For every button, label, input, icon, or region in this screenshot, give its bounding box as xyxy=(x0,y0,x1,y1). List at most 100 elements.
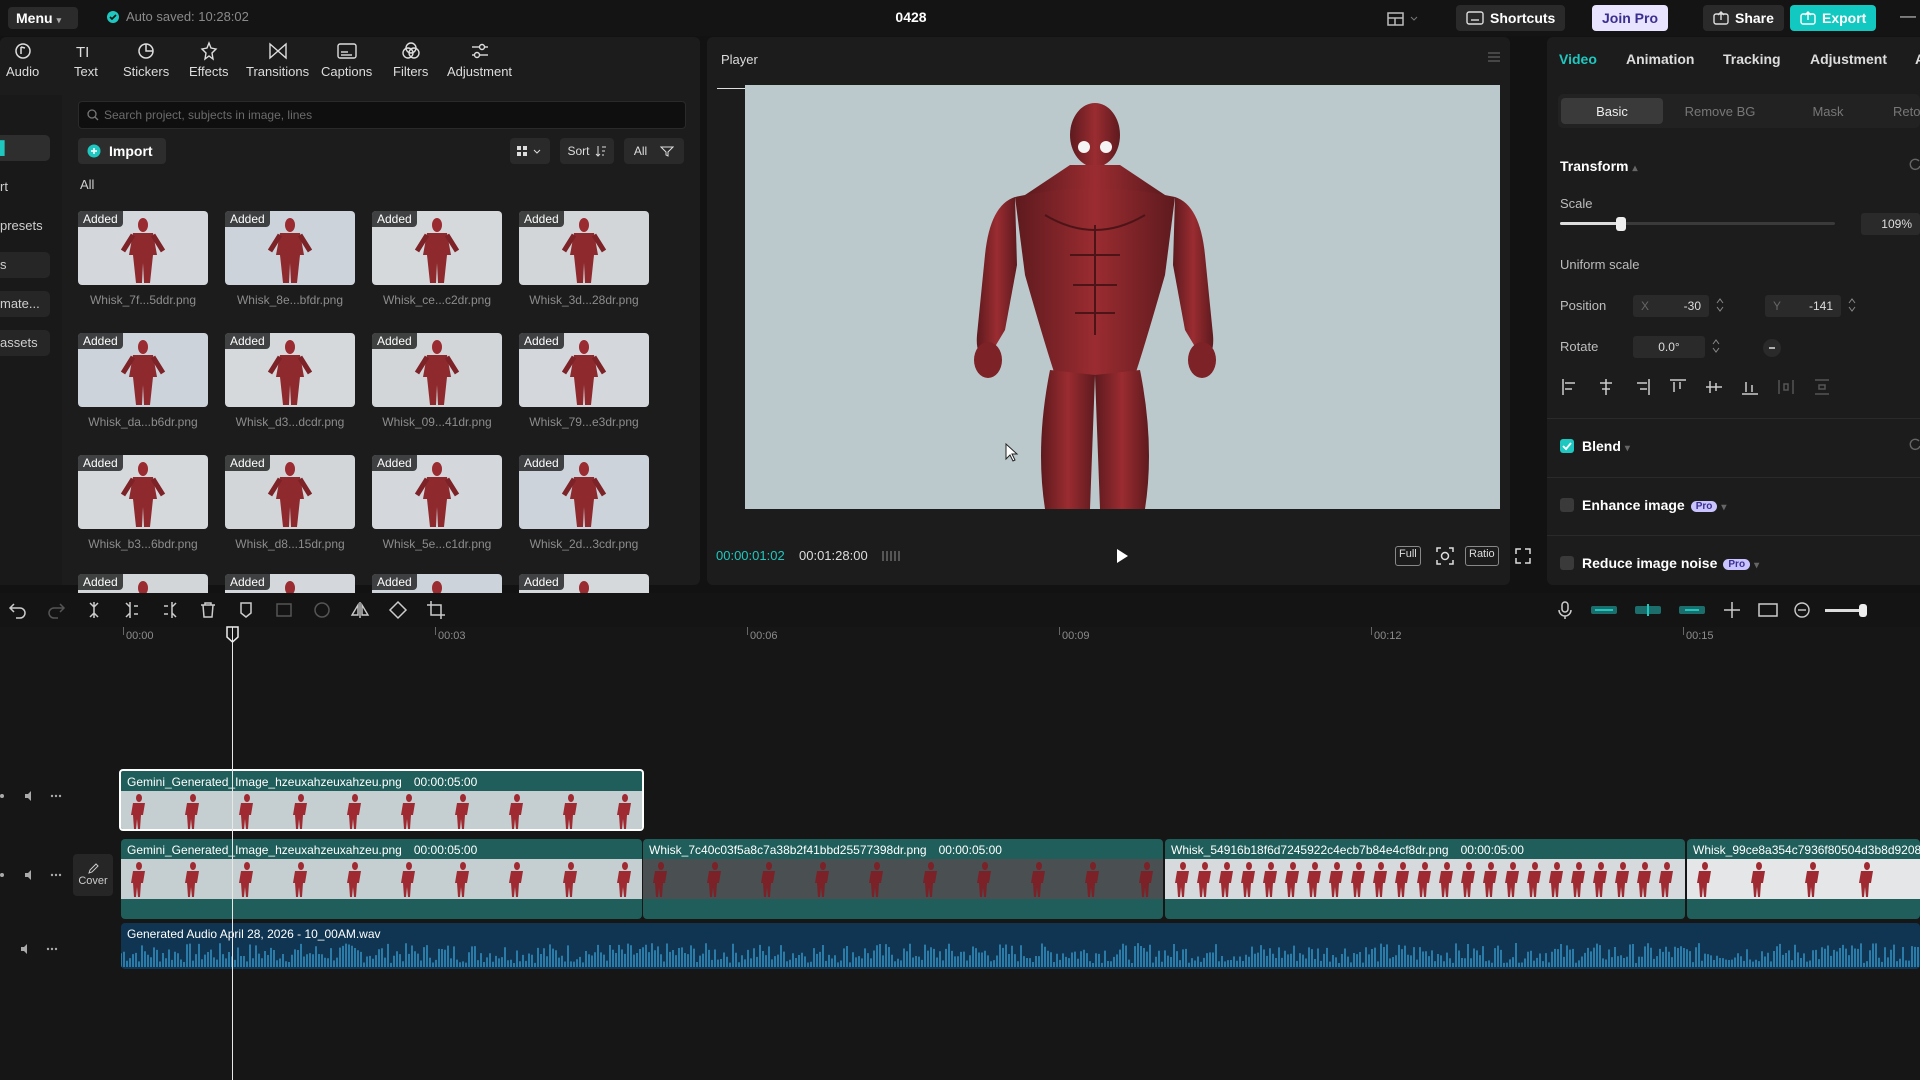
shortcuts-button[interactable]: Shortcuts xyxy=(1456,5,1566,31)
sort-button[interactable]: Sort xyxy=(560,138,614,164)
media-item[interactable]: Added Whisk_5e...c1dr.png xyxy=(372,455,502,555)
main-clip[interactable]: Whisk_54916b18f6d7245922c4ecb7b84e4cf8dr… xyxy=(1165,839,1685,919)
volume-icon[interactable] xyxy=(24,869,36,881)
media-item[interactable]: Added Whisk_7f...5ddr.png xyxy=(78,211,208,311)
align-center-v-icon[interactable] xyxy=(1704,377,1722,397)
reduce-noise-checkbox[interactable] xyxy=(1560,556,1574,570)
undo-icon[interactable] xyxy=(8,600,28,620)
tab-tracking[interactable]: Tracking xyxy=(1723,51,1781,67)
volume-icon[interactable] xyxy=(20,943,32,955)
position-x-field[interactable]: X -30 xyxy=(1633,295,1709,317)
overlay-clip-selected[interactable]: Gemini_Generated_Image_hzeuxahzeuxahzeu.… xyxy=(119,769,644,831)
tab-stickers[interactable]: Stickers xyxy=(123,41,169,79)
position-y-field[interactable]: Y -141 xyxy=(1765,295,1841,317)
fullscreen-icon[interactable] xyxy=(1515,548,1531,564)
enhance-image-checkbox[interactable] xyxy=(1560,498,1574,512)
microphone-icon[interactable] xyxy=(1555,600,1575,620)
ratio-button[interactable]: Ratio xyxy=(1465,546,1499,566)
layout-toggle[interactable] xyxy=(1385,9,1425,29)
more-icon[interactable] xyxy=(50,869,62,881)
menu-button[interactable]: Menu ▾ xyxy=(8,7,78,29)
zoom-slider[interactable] xyxy=(1825,603,1867,617)
delete-icon[interactable] xyxy=(198,600,218,620)
timeline[interactable]: 00:00 00:03 00:06 00:09 00:12 00:15 Cover Gem… xyxy=(0,626,1920,1080)
align-center-h-icon[interactable] xyxy=(1596,377,1614,397)
time-ruler[interactable]: 00:00 00:03 00:06 00:09 00:12 00:15 xyxy=(120,627,1920,649)
media-item[interactable]: Added Whisk_79...e3dr.png xyxy=(519,333,649,433)
reduce-noise-title[interactable]: Reduce image noise Pro ▾ xyxy=(1582,555,1759,571)
category-item[interactable]: mate... xyxy=(0,291,50,317)
caption-track-icon[interactable] xyxy=(1757,600,1779,620)
mirror-icon[interactable] xyxy=(350,600,370,620)
export-button[interactable]: Export xyxy=(1790,5,1877,31)
preview-axis-icon[interactable] xyxy=(1721,600,1743,620)
minimize-icon[interactable]: — xyxy=(1900,8,1916,26)
view-toggle[interactable] xyxy=(510,138,550,164)
media-item[interactable]: Added Whisk_09...41dr.png xyxy=(372,333,502,433)
tab-more[interactable]: A xyxy=(1915,51,1920,67)
media-item[interactable]: Added Whisk_b3...6bdr.png xyxy=(78,455,208,555)
playhead-handle[interactable] xyxy=(226,626,239,643)
tab-filters[interactable]: Filters xyxy=(393,41,428,79)
tab-adjustment[interactable]: Adjustment xyxy=(1810,51,1887,67)
split-icon[interactable] xyxy=(84,600,104,620)
main-clip[interactable]: Gemini_Generated_Image_hzeuxahzeuxahzeu.… xyxy=(121,839,642,919)
video-canvas[interactable] xyxy=(745,85,1500,509)
auto-snap-icon[interactable] xyxy=(1633,600,1663,620)
playhead[interactable] xyxy=(232,627,233,1080)
tab-adjustment[interactable]: Adjustment xyxy=(447,41,512,79)
rotate-dial-icon[interactable] xyxy=(1762,338,1782,358)
media-item[interactable]: Added Whisk_da...b6dr.png xyxy=(78,333,208,433)
scale-slider-track[interactable] xyxy=(1560,222,1835,225)
eye-icon[interactable] xyxy=(0,790,10,802)
subtab-remove-bg[interactable]: Remove BG xyxy=(1669,98,1771,124)
eye-icon[interactable] xyxy=(0,869,10,881)
main-clip[interactable]: Whisk_99ce8a354c7936f80504d3b8d9208 xyxy=(1687,839,1920,919)
tab-video[interactable]: Video xyxy=(1559,51,1597,67)
zoom-out-icon[interactable] xyxy=(1793,601,1811,619)
scale-slider-handle[interactable] xyxy=(1615,217,1626,231)
media-item[interactable]: Added Whisk_3d...28dr.png xyxy=(519,211,649,311)
project-title[interactable]: 0428 xyxy=(880,9,942,25)
rotate-value-field[interactable]: 0.0° xyxy=(1633,336,1705,358)
share-button[interactable]: Share xyxy=(1703,5,1784,31)
category-item-assets[interactable]: assets xyxy=(0,330,50,356)
rotate-icon[interactable] xyxy=(388,600,408,620)
linkage-icon[interactable] xyxy=(1677,600,1707,620)
position-y-stepper-icon[interactable] xyxy=(1847,296,1857,314)
more-icon[interactable] xyxy=(46,943,58,955)
blend-reset-icon[interactable] xyxy=(1909,437,1920,451)
align-bottom-icon[interactable] xyxy=(1740,377,1758,397)
tab-animation[interactable]: Animation xyxy=(1626,51,1694,67)
cover-button[interactable]: Cover xyxy=(73,854,113,896)
media-item[interactable]: Added Whisk_8e...bfdr.png xyxy=(225,211,355,311)
enhance-image-title[interactable]: Enhance image Pro ▾ xyxy=(1582,497,1726,513)
more-icon[interactable] xyxy=(50,790,62,802)
player-menu-icon[interactable] xyxy=(1487,51,1501,63)
blend-checkbox[interactable] xyxy=(1560,439,1574,453)
split-left-icon[interactable] xyxy=(122,600,142,620)
main-track-magnet-icon[interactable] xyxy=(1589,600,1619,620)
tab-text[interactable]: TI Text xyxy=(74,41,98,79)
category-item-presets[interactable]: presets xyxy=(0,213,50,239)
subtab-mask[interactable]: Mask xyxy=(1777,98,1879,124)
media-item[interactable]: Added Whisk_d8...15dr.png xyxy=(225,455,355,555)
filter-button[interactable]: All xyxy=(624,138,684,164)
category-item-active[interactable]: ▌ xyxy=(0,135,50,161)
screenshot-icon[interactable] xyxy=(1435,546,1455,566)
volume-icon[interactable] xyxy=(24,790,36,802)
category-item[interactable]: rt xyxy=(0,174,50,200)
tab-audio[interactable]: Audio xyxy=(6,41,39,79)
position-x-stepper-icon[interactable] xyxy=(1715,296,1725,314)
tab-transitions[interactable]: Transitions xyxy=(246,41,309,79)
rotate-stepper-icon[interactable] xyxy=(1711,337,1721,355)
join-pro-button[interactable]: Join Pro xyxy=(1592,5,1669,31)
media-item[interactable]: Added Whisk_2d...3cdr.png xyxy=(519,455,649,555)
scale-value-field[interactable]: 109% xyxy=(1861,213,1920,235)
blend-title[interactable]: Blend ▾ xyxy=(1582,438,1630,454)
import-button[interactable]: Import xyxy=(78,138,166,164)
play-button[interactable] xyxy=(1115,548,1129,564)
category-item[interactable]: s xyxy=(0,252,50,278)
media-search-input[interactable]: Search project, subjects in image, lines xyxy=(78,101,686,129)
align-right-icon[interactable] xyxy=(1632,377,1650,397)
